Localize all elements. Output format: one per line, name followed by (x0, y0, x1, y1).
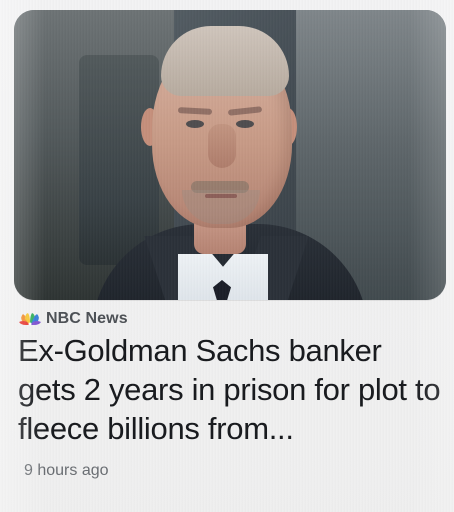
left-eye-shape (186, 120, 204, 128)
source-row[interactable]: NBC News (18, 307, 128, 331)
source-name: NBC News (46, 310, 128, 327)
news-card[interactable]: NBC News Ex-Goldman Sachs banker gets 2 … (0, 0, 454, 512)
timestamp-text: 9 hours ago (24, 462, 109, 479)
headline-text[interactable]: Ex-Goldman Sachs banker gets 2 years in … (18, 331, 443, 448)
device-screen: NBC News Ex-Goldman Sachs banker gets 2 … (0, 0, 454, 512)
man-portrait-image[interactable] (14, 10, 446, 300)
right-eye-shape (236, 120, 254, 128)
nbc-peacock-icon (18, 312, 42, 326)
mouth-shape (205, 194, 237, 198)
nose-shape (208, 124, 236, 168)
hair-shape (161, 26, 289, 96)
photo-background-building (79, 55, 159, 265)
